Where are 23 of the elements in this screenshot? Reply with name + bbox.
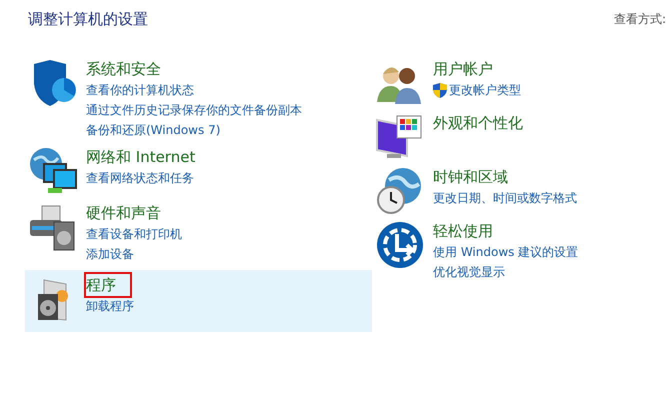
task-link[interactable]: 查看你的计算机状态 [86, 80, 194, 100]
category-link[interactable]: 系统和安全 [84, 56, 177, 82]
category-link[interactable]: 轻松使用 [431, 218, 509, 244]
category-link[interactable]: 用户帐户 [431, 56, 509, 82]
page-title: 调整计算机的设置 [28, 10, 148, 28]
task-link[interactable]: 查看设备和打印机 [86, 224, 182, 244]
task-link[interactable]: 备份和还原(Windows 7) [86, 120, 220, 140]
task-link[interactable]: 更改帐户类型 [449, 80, 521, 100]
task-link[interactable]: 更改日期、时间或数字格式 [433, 188, 577, 208]
task-link[interactable]: 添加设备 [86, 244, 134, 264]
category-link[interactable]: 程序 [84, 272, 132, 298]
category-link[interactable]: 硬件和声音 [84, 200, 177, 226]
task-link[interactable]: 通过文件历史记录保存你的文件备份副本 [86, 100, 302, 120]
accessibility-icon [375, 220, 425, 270]
category-link[interactable]: 时钟和区域 [431, 164, 524, 190]
category-link[interactable]: 网络和 Internet [84, 144, 212, 170]
view-by-label: 查看方式: [614, 10, 666, 28]
task-link[interactable]: 使用 Windows 建议的设置 [433, 242, 578, 262]
category-link[interactable]: 外观和个性化 [431, 110, 539, 136]
task-link[interactable]: 卸载程序 [86, 296, 134, 316]
task-link[interactable]: 查看网络状态和任务 [86, 168, 194, 188]
task-link[interactable]: 优化视觉显示 [433, 262, 505, 282]
network-icon [28, 146, 78, 196]
